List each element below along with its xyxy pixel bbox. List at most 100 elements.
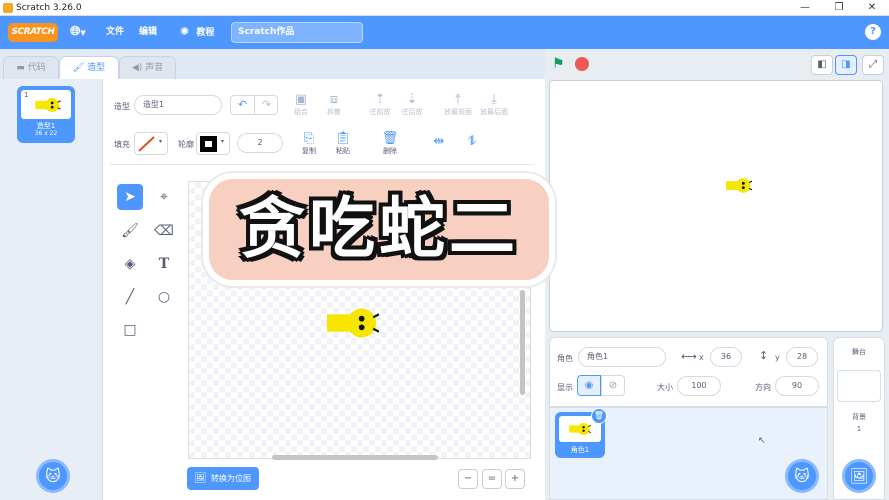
editor-tabs: ▬ 代码 🖌︎ 造型 ◀︎) 声音 bbox=[0, 49, 545, 79]
x-input[interactable]: 36 bbox=[710, 347, 742, 367]
delete-button[interactable]: 🗑︎ 删除 bbox=[377, 131, 403, 156]
flip-horizontal-icon: ⇹ bbox=[433, 134, 445, 149]
x-arrows-icon: ⟷ bbox=[681, 350, 697, 363]
large-stage-icon: ◨ bbox=[841, 59, 851, 70]
y-label: y bbox=[775, 353, 780, 362]
undo-icon: ↶ bbox=[237, 98, 248, 111]
arrow-top-icon: ⤒ bbox=[455, 92, 461, 107]
line-tool[interactable]: ╱ bbox=[117, 284, 143, 310]
redo-icon: ↷ bbox=[261, 98, 272, 111]
large-stage-button[interactable]: ◨ bbox=[835, 55, 857, 75]
edit-menu[interactable]: 编辑 bbox=[139, 24, 157, 40]
tab-costumes[interactable]: 🖌︎ 造型 bbox=[59, 56, 119, 79]
flip-vertical-button[interactable]: ⥮ bbox=[460, 134, 484, 149]
small-stage-icon: ◧ bbox=[817, 59, 827, 70]
fill-tool[interactable]: ◈ bbox=[117, 251, 143, 277]
arrow-down-icon: ⇣ bbox=[406, 92, 418, 107]
flip-horizontal-button[interactable]: ⇹ bbox=[427, 134, 451, 149]
group-icon: ▣ bbox=[294, 92, 308, 107]
redo-button[interactable]: ↷ bbox=[255, 96, 278, 114]
sprite-name-input[interactable]: 角色1 bbox=[578, 347, 666, 367]
costume-name-input[interactable]: 造型1 bbox=[134, 95, 222, 115]
y-input[interactable]: 28 bbox=[786, 347, 818, 367]
tab-code[interactable]: ▬ 代码 bbox=[3, 56, 59, 79]
snake-sprite-thumb bbox=[569, 423, 591, 435]
file-menu[interactable]: 文件 bbox=[106, 24, 124, 40]
zoom-in-button[interactable]: + bbox=[505, 469, 525, 489]
canvas-vertical-scrollbar[interactable] bbox=[520, 290, 525, 395]
mouse-cursor-icon: ↖ bbox=[758, 436, 766, 446]
trash-icon: 🗑︎ bbox=[593, 411, 605, 420]
snake-sprite-stage[interactable] bbox=[726, 178, 752, 193]
copy-button[interactable]: ⎘ 复制 bbox=[296, 131, 322, 156]
hide-sprite-button[interactable]: ⊘ bbox=[601, 375, 625, 396]
scratch-logo[interactable]: SCRATCH bbox=[8, 23, 58, 42]
brush-icon: 🖌︎ bbox=[72, 63, 85, 73]
tutorial-menu[interactable]: ✺ 教程 bbox=[180, 24, 214, 41]
forward-button[interactable]: ⇡ 往前放 bbox=[366, 92, 394, 117]
paste-button[interactable]: 📋︎ 粘贴 bbox=[330, 131, 356, 156]
rectangle-tool[interactable]: □ bbox=[117, 317, 143, 343]
show-sprite-button[interactable]: ◉ bbox=[577, 375, 601, 396]
canvas-horizontal-scrollbar[interactable] bbox=[272, 455, 438, 460]
code-icon: ▬ bbox=[16, 63, 25, 73]
convert-to-bitmap-button[interactable]: 🖼︎ 转换为位图 bbox=[187, 467, 259, 490]
zoom-in-icon: + bbox=[510, 473, 520, 484]
tutorial-label: 教程 bbox=[196, 28, 215, 38]
y-arrows-icon: ↕ bbox=[759, 349, 769, 362]
circle-tool[interactable]: ○ bbox=[151, 284, 177, 310]
maximize-button[interactable]: ❐ bbox=[832, 1, 846, 15]
add-sprite-button[interactable]: 🐱︎ bbox=[785, 459, 819, 493]
undo-redo-group: ↶ ↷ bbox=[230, 95, 278, 115]
costume-thumbnail[interactable]: 1 造型1 36 x 22 bbox=[17, 86, 75, 143]
zoom-reset-button[interactable]: = bbox=[482, 469, 502, 489]
zoom-reset-icon: = bbox=[487, 473, 497, 484]
close-window-button[interactable]: ✕ bbox=[865, 1, 879, 15]
back-button[interactable]: ⤓ 放最后面 bbox=[477, 92, 511, 117]
brush-tool[interactable]: 🖌︎ bbox=[117, 218, 143, 244]
front-button[interactable]: ⤒ 放最前面 bbox=[441, 92, 475, 117]
add-costume-button[interactable]: 🐱︎ bbox=[36, 459, 70, 493]
image-plus-icon: 🖼︎ bbox=[849, 467, 869, 485]
size-input[interactable]: 100 bbox=[677, 376, 721, 396]
costume-index: 1 bbox=[24, 91, 29, 99]
eraser-tool[interactable]: ⌫ bbox=[151, 218, 177, 244]
sprite-name-label: 角色 bbox=[557, 354, 573, 363]
eye-slash-icon: ⊘ bbox=[608, 380, 618, 391]
text-tool[interactable]: T bbox=[151, 251, 177, 277]
outline-color-picker[interactable]: ▾ bbox=[196, 132, 230, 155]
group-button[interactable]: ▣ 组合 bbox=[287, 92, 315, 117]
video-title-banner: 贪吃蛇二 bbox=[203, 173, 555, 286]
size-label: 大小 bbox=[657, 383, 673, 392]
flip-vertical-icon: ⥮ bbox=[467, 134, 477, 149]
ungroup-button[interactable]: ⧈ 拆散 bbox=[320, 92, 348, 117]
backdrop-thumbnail[interactable] bbox=[837, 370, 881, 402]
language-menu[interactable]: 🌐︎▼ bbox=[70, 24, 96, 41]
select-tool[interactable]: ➤ bbox=[117, 184, 143, 210]
direction-input[interactable]: 90 bbox=[775, 376, 819, 396]
green-flag-icon[interactable]: ⚑ bbox=[552, 56, 565, 72]
reshape-tool[interactable]: ⌖ bbox=[151, 184, 177, 210]
tab-sounds[interactable]: ◀︎) 声音 bbox=[119, 56, 176, 79]
stage[interactable] bbox=[549, 80, 883, 332]
no-fill-swatch bbox=[138, 136, 155, 152]
undo-button[interactable]: ↶ bbox=[231, 96, 255, 114]
stop-button[interactable] bbox=[575, 57, 589, 71]
snake-sprite-canvas[interactable] bbox=[327, 308, 379, 338]
delete-sprite-button[interactable]: 🗑︎ bbox=[591, 408, 607, 424]
add-backdrop-button[interactable]: 🖼︎ bbox=[842, 459, 876, 493]
small-stage-button[interactable]: ◧ bbox=[811, 55, 833, 75]
caret-down-icon: ▾ bbox=[221, 138, 225, 145]
help-button[interactable]: ? bbox=[865, 24, 881, 40]
project-title-input[interactable]: Scratch作品 bbox=[231, 22, 363, 43]
minimize-button[interactable]: — bbox=[798, 1, 812, 15]
zoom-out-button[interactable]: − bbox=[458, 469, 478, 489]
stage-panel-title: 舞台 bbox=[852, 348, 866, 356]
reshape-icon: ⌖ bbox=[160, 189, 168, 205]
arrow-bottom-icon: ⤓ bbox=[491, 92, 497, 107]
fullscreen-button[interactable]: ⤢ bbox=[862, 55, 884, 75]
fill-color-picker[interactable]: ▾ bbox=[134, 132, 168, 155]
line-icon: ╱ bbox=[125, 289, 135, 305]
backward-button[interactable]: ⇣ 往后放 bbox=[398, 92, 426, 117]
outline-width-input[interactable]: 2 bbox=[237, 133, 283, 153]
